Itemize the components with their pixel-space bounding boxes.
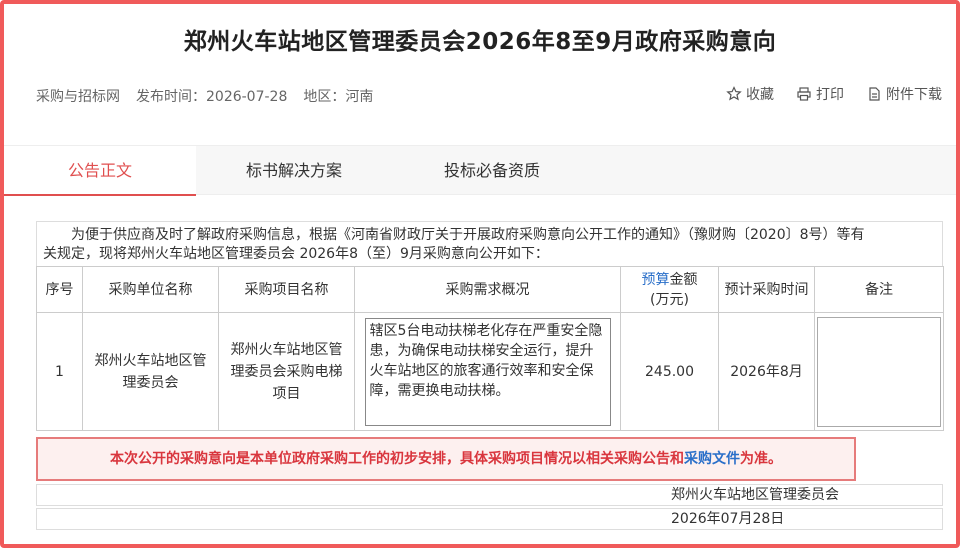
cell-unit: 郑州火车站地区管理委员会 (82, 312, 219, 431)
publish-time: 发布时间：2026-07-28 (136, 89, 288, 105)
tab-qualification[interactable]: 投标必备资质 (392, 146, 592, 196)
summary-box: 辖区5台电动扶梯老化存在严重安全隐患，为确保电动扶梯安全运行，提升火车站地区的旅… (364, 317, 611, 426)
header-no: 序号 (36, 266, 83, 313)
cell-time: 2026年8月 (718, 312, 815, 431)
footer-org-row: 郑州火车站地区管理委员会 (36, 484, 943, 506)
tab-bid-solution[interactable]: 标书解决方案 (196, 146, 392, 196)
region: 地区：河南 (303, 89, 374, 105)
cell-remark (814, 312, 944, 431)
footer-date-row: 2026年07月28日 (36, 508, 943, 530)
tab-announcement[interactable]: 公告正文 (4, 146, 196, 196)
cell-summary: 辖区5台电动扶梯老化存在严重安全隐患，为确保电动扶梯安全运行，提升火车站地区的旅… (354, 312, 621, 431)
cell-project: 郑州火车站地区管理委员会采购电梯项目 (218, 312, 355, 431)
footer-org: 郑州火车站地区管理委员会 (671, 487, 839, 503)
budget-unit: (万元) (650, 291, 689, 308)
source-link[interactable]: 采购与招标网 (36, 86, 120, 106)
meta-bar: 采购与招标网 发布时间：2026-07-28 地区：河南 (36, 86, 373, 106)
print-label: 打印 (816, 87, 844, 103)
notice-banner: 本次公开的采购意向是本单位政府采购工作的初步安排，具体采购项目情况以相关采购公告… (36, 437, 856, 481)
header-time: 预计采购时间 (718, 266, 815, 313)
header-remark: 备注 (814, 266, 944, 313)
notice-text-end: 为准。 (740, 451, 782, 467)
cell-no: 1 (36, 312, 83, 431)
download-label: 附件下载 (886, 87, 942, 103)
procurement-table: 序号 采购单位名称 采购项目名称 采购需求概况 预算金额 (万元) 预计采购时间… (36, 266, 944, 431)
cell-budget: 245.00 (620, 312, 719, 431)
table-row: 1 郑州火车站地区管理委员会 郑州火车站地区管理委员会采购电梯项目 辖区5台电动… (36, 312, 944, 431)
favorite-button[interactable]: 收藏 (726, 84, 774, 104)
table-header-row: 序号 采购单位名称 采购项目名称 采购需求概况 预算金额 (万元) 预计采购时间… (36, 266, 944, 313)
announcement-body: 为便于供应商及时了解政府采购信息，根据《河南省财政厅关于开展政府采购意向公开工作… (36, 221, 944, 431)
notice-text: 本次公开的采购意向是本单位政府采购工作的初步安排，具体采购项目情况以相关采购公告… (110, 451, 684, 467)
page-title: 郑州火车站地区管理委员会2026年8至9月政府采购意向 (183, 29, 777, 55)
intro-paragraph: 为便于供应商及时了解政府采购信息，根据《河南省财政厅关于开展政府采购意向公开工作… (36, 221, 943, 266)
tab-bar: 公告正文 标书解决方案 投标必备资质 (4, 145, 956, 196)
intro-line-1: 为便于供应商及时了解政府采购信息，根据《河南省财政厅关于开展政府采购意向公开工作… (71, 227, 865, 243)
budget-header-text: 金额 (669, 271, 698, 288)
header-budget: 预算金额 (万元) (620, 266, 719, 313)
remark-box (817, 316, 941, 427)
print-button[interactable]: 打印 (796, 84, 844, 104)
star-icon (726, 86, 742, 101)
download-button[interactable]: 附件下载 (866, 84, 942, 104)
favorite-label: 收藏 (746, 87, 774, 103)
attachment-icon (869, 87, 880, 101)
intro-line-2: 关规定，现将郑州火车站地区管理委员会 2026年8（至）9月采购意向公开如下： (43, 246, 549, 262)
action-bar: 收藏 打印 附件下载 (726, 84, 942, 104)
header-project: 采购项目名称 (218, 266, 355, 313)
printer-icon (797, 87, 811, 101)
header-unit: 采购单位名称 (82, 266, 219, 313)
header-summary: 采购需求概况 (354, 266, 621, 313)
footer-date: 2026年07月28日 (671, 511, 785, 527)
budget-link[interactable]: 预算 (642, 272, 670, 288)
procurement-docs-link[interactable]: 采购文件 (684, 451, 740, 467)
